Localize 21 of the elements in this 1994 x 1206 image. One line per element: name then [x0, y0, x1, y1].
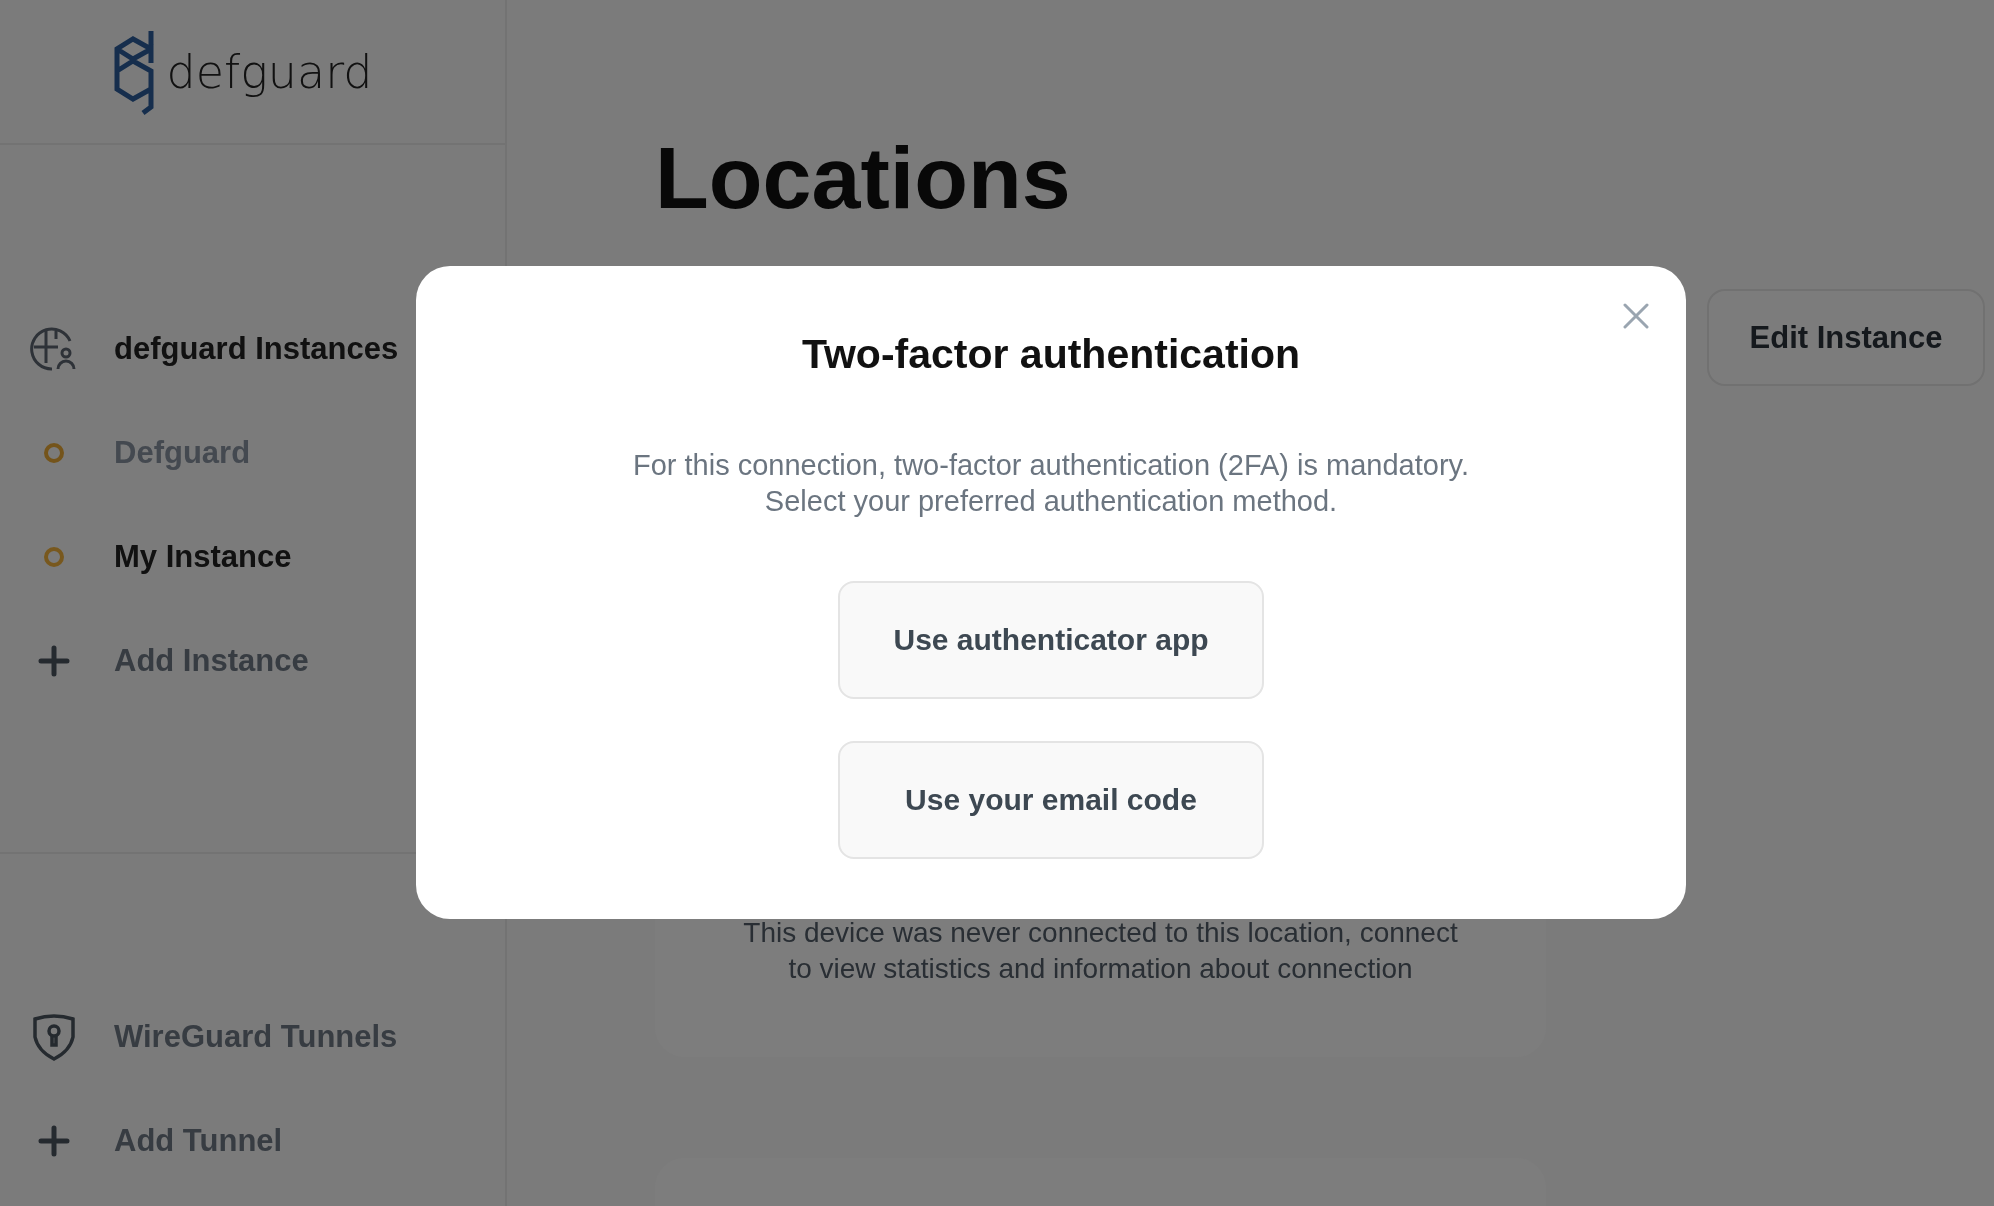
auth-method-button[interactable]: Use authenticator app [838, 581, 1264, 699]
status-dot [44, 547, 64, 567]
section-title: defguard Instances [114, 331, 399, 367]
modal-title: Two-factor authentication [801, 330, 1301, 379]
modal-description: For this connection, two-factor authentication (2FA) is mandatory. Select your preferred authentication method. [633, 448, 1469, 519]
instance-item[interactable]: My Instance [114, 539, 292, 575]
logo-icon [112, 28, 157, 115]
logo-text: defguard [166, 44, 373, 99]
shield-keyhole-icon [30, 1013, 78, 1061]
plus-icon [38, 645, 70, 677]
card-message: This device was never connected to this location, connect to view statistics and information about connection [743, 916, 1458, 986]
globe-user-icon [30, 325, 78, 373]
section-title: WireGuard Tunnels [114, 1019, 398, 1055]
auth-method-button[interactable]: Use your email code [838, 741, 1264, 859]
page-title: Locations [655, 128, 1072, 228]
status-dot [44, 443, 64, 463]
close-icon [1623, 303, 1649, 329]
add-link[interactable]: Add Instance [114, 643, 309, 679]
plus-icon [38, 1125, 70, 1157]
add-link[interactable]: Add Tunnel [114, 1123, 283, 1159]
edit-instance-button[interactable]: Edit Instance [1707, 289, 1985, 386]
